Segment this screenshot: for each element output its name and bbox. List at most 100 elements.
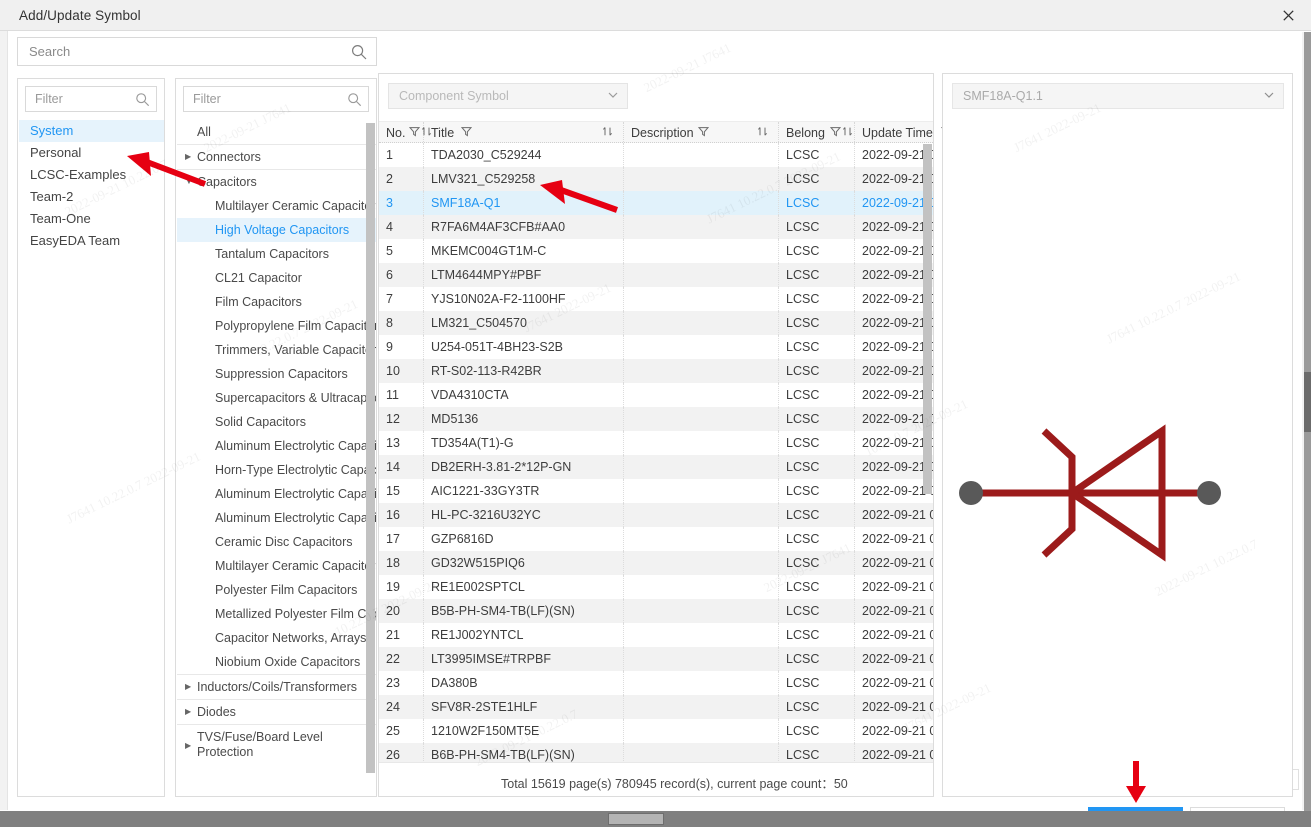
category-tree-node[interactable]: Polyester Film Capacitors [177,578,376,602]
category-tree-node[interactable]: ▶ Inductors/Coils/Transformers [177,674,376,699]
scrollbar-thumb[interactable] [923,144,932,494]
search-input[interactable]: Search [17,37,377,66]
table-scrollbar[interactable] [923,144,932,709]
sort-icon[interactable] [842,126,853,137]
table-row[interactable]: 15AIC1221-33GY3TR LCSC 2022-09-21 09:2… [379,479,933,503]
table-row[interactable]: 13TD354A(T1)-G LCSC 2022-09-21 09:3… [379,431,933,455]
table-row[interactable]: 24SFV8R-2STE1HLF LCSC 2022-09-21 09:1… [379,695,933,719]
category-tree-node[interactable]: Suppression Capacitors [177,362,376,386]
column-header-description[interactable]: Description [624,122,779,144]
table-row[interactable]: 21RE1J002YNTCL LCSC 2022-09-21 09:2… [379,623,933,647]
table-row[interactable]: 17GZP6816D LCSC 2022-09-21 09:2… [379,527,933,551]
scrollbar-thumb[interactable] [1304,372,1311,432]
library-item[interactable]: System [19,120,164,142]
library-item[interactable]: EasyEDA Team [19,230,164,252]
library-item[interactable]: LCSC-Examples [19,164,164,186]
window-horizontal-scrollbar[interactable] [0,811,1311,827]
table-row[interactable]: 8LM321_C504570 LCSC 2022-09-21 09:4… [379,311,933,335]
column-header-belong[interactable]: Belong [779,122,855,144]
table-row[interactable]: 3SMF18A-Q1 LCSC 2022-09-21 09:4… [379,191,933,215]
table-row[interactable]: 12MD5136 LCSC 2022-09-21 09:3… [379,407,933,431]
table-row[interactable]: 9U254-051T-4BH23-S2B LCSC 2022-09-21 09:4… [379,335,933,359]
category-tree-node[interactable]: Supercapacitors & Ultracapacitors [177,386,376,410]
table-row[interactable]: 20B5B-PH-SM4-TB(LF)(SN) LCSC 2022-09-21 09… [379,599,933,623]
category-tree-node[interactable]: Ceramic Disc Capacitors [177,530,376,554]
column-header-title[interactable]: Title [424,122,624,144]
filter-icon[interactable] [698,126,709,137]
symbol-variant-select[interactable]: SMF18A-Q1.1 [952,83,1284,109]
chevron-right-icon[interactable]: ▶ [185,675,191,699]
scrollbar-thumb[interactable] [608,813,664,825]
chevron-down-icon[interactable]: ▼ [185,170,193,194]
table-row[interactable]: 7YJS10N02A-F2-1100HF LCSC 2022-09-21 09:4… [379,287,933,311]
category-tree-node[interactable]: Trimmers, Variable Capacitors [177,338,376,362]
sort-icon[interactable] [602,126,613,137]
category-tree-node[interactable]: Horn-Type Electrolytic Capacitors [177,458,376,482]
library-filter-input[interactable]: Filter [25,86,157,112]
category-tree-node[interactable]: Capacitor Networks, Arrays [177,626,376,650]
chevron-right-icon[interactable]: ▶ [185,725,191,765]
table-row[interactable]: 16HL-PC-3216U32YC LCSC 2022-09-21 09:2… [379,503,933,527]
category-filter-input[interactable]: Filter [183,86,369,112]
chevron-right-icon[interactable]: ▶ [185,145,191,169]
category-tree-node[interactable]: ▶ TVS/Fuse/Board Level Protection [177,724,376,765]
category-tree-node[interactable]: Polypropylene Film Capacitors [177,314,376,338]
cell-update: 2022-09-21 09:3… [862,388,933,402]
category-tree-node[interactable]: Film Capacitors [177,290,376,314]
table-row[interactable]: 2LMV321_C529258 LCSC 2022-09-21 09:4… [379,167,933,191]
cell-no: 1 [379,143,424,167]
library-item[interactable]: Team-One [19,208,164,230]
table-row[interactable]: 5MKEMC004GT1M-C LCSC 2022-09-21 09:4… [379,239,933,263]
category-tree-node[interactable]: Aluminum Electrolytic Capacitors - SMD [177,482,376,506]
category-tree-node[interactable]: Solid Capacitors [177,410,376,434]
filter-icon[interactable] [409,126,420,137]
category-tree-node[interactable]: CL21 Capacitor [177,266,376,290]
table-row[interactable]: 251210W2F150MT5E LCSC 2022-09-21 09:1… [379,719,933,743]
cell-description [624,503,779,527]
table-row[interactable]: 23DA380B LCSC 2022-09-21 09:1… [379,671,933,695]
cell-belong: LCSC [779,335,855,359]
sort-icon[interactable] [757,126,768,137]
category-tree-node[interactable]: All [177,120,376,144]
table-row[interactable]: 18GD32W515PIQ6 LCSC 2022-09-21 09:2… [379,551,933,575]
cell-update: 2022-09-21 09:3… [862,436,933,450]
add-update-symbol-dialog: Add/Update Symbol Search Filter System P… [0,0,1311,827]
table-row[interactable]: 22LT3995IMSE#TRPBF LCSC 2022-09-21 09:1… [379,647,933,671]
search-icon [351,44,367,60]
category-tree-node[interactable]: Multilayer Ceramic Capacitors [177,194,376,218]
table-row[interactable]: 11VDA4310CTA LCSC 2022-09-21 09:3… [379,383,933,407]
chevron-right-icon[interactable]: ▶ [185,700,191,724]
table-row[interactable]: 14DB2ERH-3.81-2*12P-GN LCSC 2022-09-21 09:… [379,455,933,479]
table-row[interactable]: 10RT-S02-113-R42BR LCSC 2022-09-21 09:4… [379,359,933,383]
close-icon[interactable] [1265,0,1311,31]
category-tree-node[interactable]: Aluminum Electrolytic Capacitors - Leade… [177,506,376,530]
table-row[interactable]: 4R7FA6M4AF3CFB#AA0 LCSC 2022-09-21 09:4… [379,215,933,239]
category-tree-node[interactable]: ▶ Connectors [177,144,376,169]
category-tree-node[interactable]: Multilayer Ceramic Capacitors - SMD [177,554,376,578]
category-tree-node[interactable]: Aluminum Electrolytic Capacitors [177,434,376,458]
table-row[interactable]: 6LTM4644MPY#PBF LCSC 2022-09-21 09:4… [379,263,933,287]
cell-description [624,695,779,719]
cell-description [624,359,779,383]
component-type-select[interactable]: Component Symbol [388,83,628,109]
category-tree-node[interactable]: Niobium Oxide Capacitors [177,650,376,674]
column-header-no[interactable]: No. [379,122,431,144]
category-tree-node[interactable]: ▼ Capacitors [177,169,376,194]
category-tree-node[interactable]: Metallized Polyester Film Capacitors [177,602,376,626]
filter-icon[interactable] [461,126,472,137]
category-tree-node[interactable]: High Voltage Capacitors [177,218,376,242]
category-tree-node[interactable]: Tantalum Capacitors [177,242,376,266]
cell-belong: LCSC [779,263,855,287]
scrollbar-thumb[interactable] [366,123,375,773]
category-tree-node[interactable]: ▶ Diodes [177,699,376,724]
table-row[interactable]: 19RE1E002SPTCL LCSC 2022-09-21 09:2… [379,575,933,599]
filter-icon[interactable] [830,126,841,137]
column-header-update-time[interactable]: Update Time [855,122,965,144]
window-vertical-scrollbar[interactable] [1304,32,1311,811]
table-row[interactable]: 1TDA2030_C529244 LCSC 2022-09-21 09:4… [379,143,933,167]
symbol-canvas[interactable] [944,118,1291,795]
cell-title: RT-S02-113-R42BR [424,359,624,383]
category-tree-scrollbar[interactable] [366,121,375,793]
library-item[interactable]: Personal [19,142,164,164]
library-item[interactable]: Team-2 [19,186,164,208]
